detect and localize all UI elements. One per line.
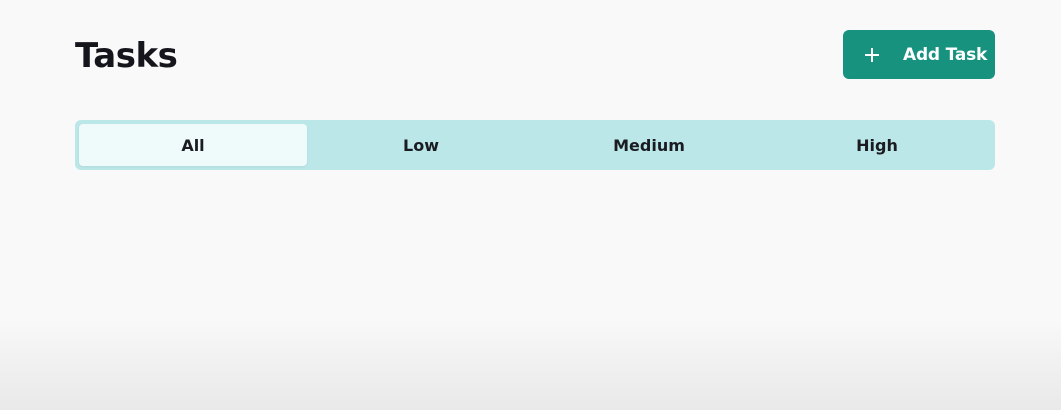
tab-low[interactable]: Low	[307, 124, 535, 166]
tab-all[interactable]: All	[79, 124, 307, 166]
tab-medium[interactable]: Medium	[535, 124, 763, 166]
add-task-label: Add Task	[903, 44, 988, 65]
priority-filter-tabs: All Low Medium High	[75, 120, 995, 170]
add-task-button[interactable]: Add Task	[843, 30, 995, 79]
plus-icon	[865, 47, 879, 62]
page-title: Tasks	[75, 36, 178, 76]
tab-high[interactable]: High	[763, 124, 991, 166]
